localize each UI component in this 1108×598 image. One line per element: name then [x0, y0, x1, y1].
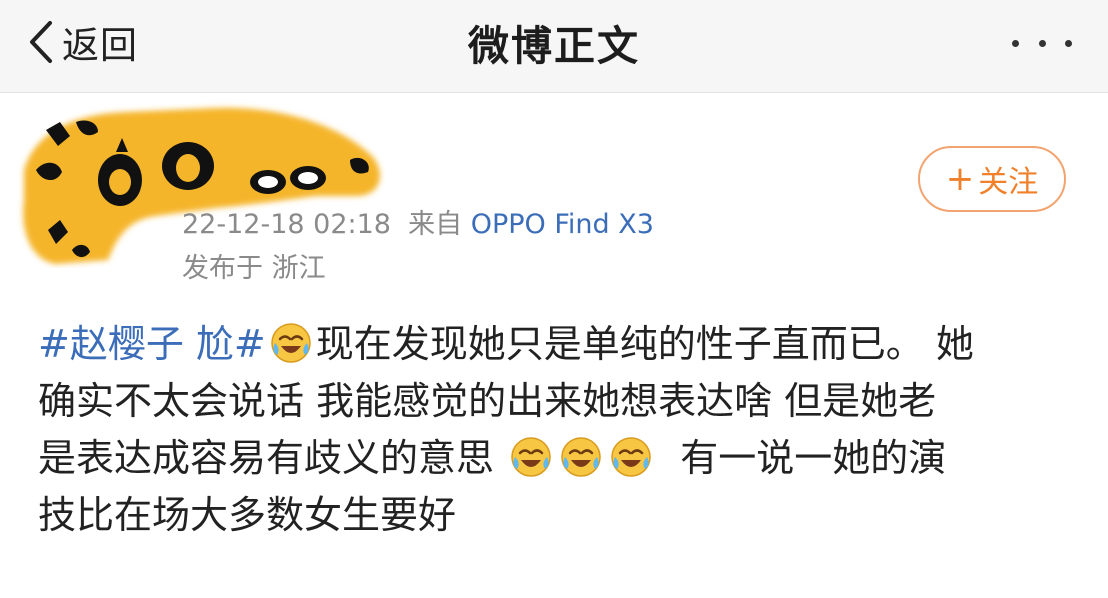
source-prefix: 来自: [408, 209, 463, 240]
post-text-line-3-tail: 有一说一她的演: [656, 436, 947, 480]
topic-hashtag-link[interactable]: #赵樱子 尬#: [38, 322, 266, 366]
more-dot: [1038, 39, 1046, 47]
post-timestamp-source: 22-12-18 02:18 来自 OPPO Find X3: [182, 202, 654, 241]
laugh-cry-emoji-icon: [611, 437, 651, 477]
post-content: #赵樱子 尬# 现在发现她只是单纯的性子直而已。 她 确实不太会说话 我能感觉的出…: [38, 316, 1078, 544]
ellipsis-icon[interactable]: [1012, 34, 1072, 52]
post-line-2: 确实不太会说话 我能感觉的出来她想表达啥 但是她老: [38, 379, 937, 423]
post-line-1: #赵樱子 尬# 现在发现她只是单纯的性子直而已。 她: [38, 316, 1078, 373]
post-text-line-3: 是表达成容易有歧义的意思: [38, 436, 507, 480]
post-line-3: 是表达成容易有歧义的意思 有一说一她的演: [38, 430, 1078, 487]
post-timestamp: 22-12-18 02:18: [182, 209, 391, 240]
laugh-cry-emoji-icon: [511, 437, 551, 477]
follow-label: 关注: [978, 165, 1039, 200]
top-navigation-bar: 返回 微博正文: [0, 0, 1108, 93]
device-link[interactable]: OPPO Find X3: [471, 209, 654, 240]
page-title: 微博正文: [468, 22, 640, 70]
laugh-cry-emoji-icon: [271, 323, 311, 363]
avatar[interactable]: [16, 100, 388, 268]
more-dot: [1065, 39, 1072, 47]
post-location: 发布于 浙江: [182, 253, 326, 284]
laugh-cry-emoji-icon: [561, 437, 601, 477]
post-line-4: 技比在场大多数女生要好: [38, 493, 457, 537]
plus-icon: +: [945, 159, 975, 199]
blurred-avatar-icon: [23, 107, 380, 264]
follow-button[interactable]: + 关注: [918, 146, 1066, 212]
more-dot: [1012, 39, 1019, 47]
post-text-line-1: 现在发现她只是单纯的性子直而已。 她: [315, 322, 974, 366]
